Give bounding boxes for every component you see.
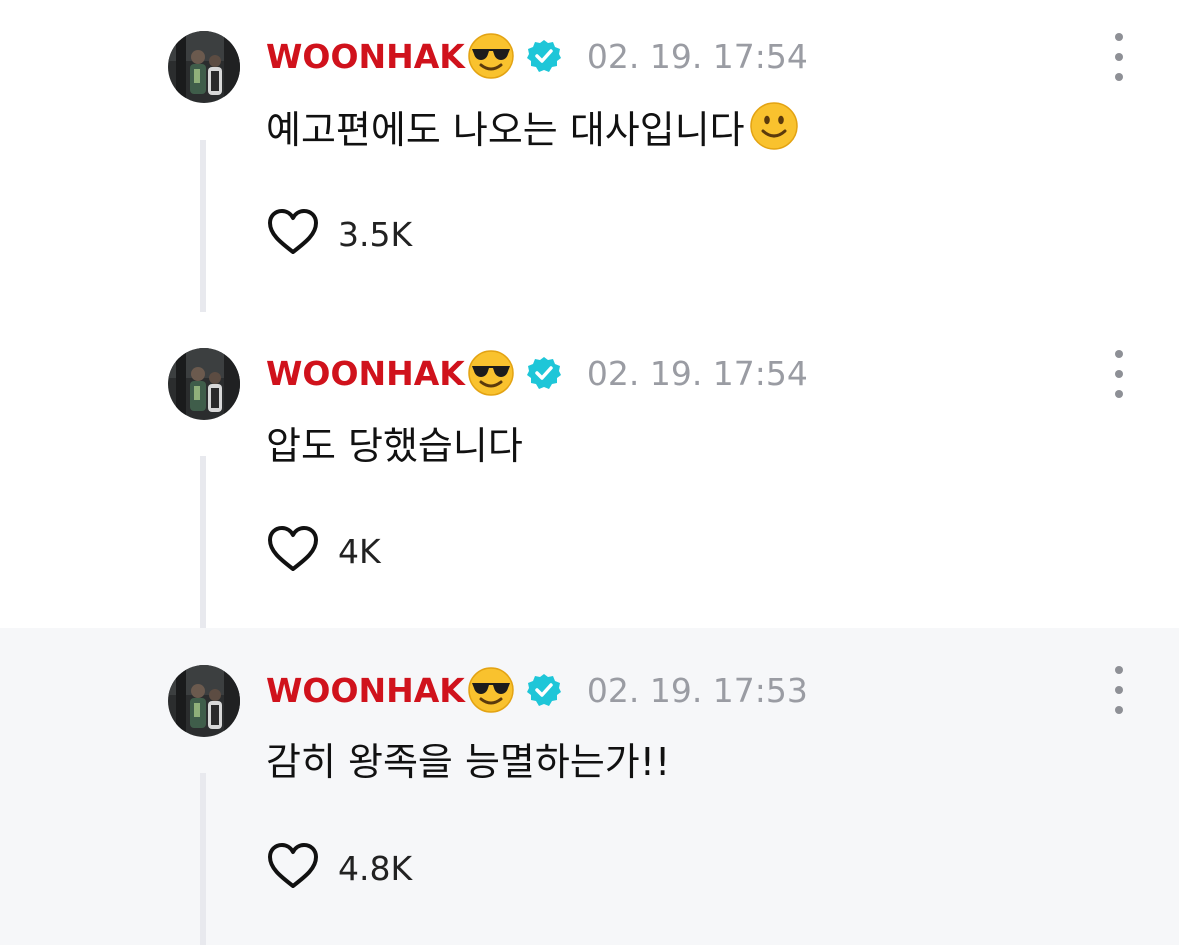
sunglasses-emoji-icon <box>467 666 515 714</box>
like-row: 4.8K <box>266 842 412 894</box>
thread-line <box>200 140 206 312</box>
comment-item-highlighted: WOONHAK 02. 19. 17:53 감히 왕족을 능멸하는가!! 4.8… <box>0 628 1179 945</box>
more-options-button[interactable] <box>1106 350 1132 398</box>
thread-line <box>200 456 206 628</box>
sunglasses-emoji-icon <box>467 349 515 397</box>
comment-header: WOONHAK 02. 19. 17:54 <box>266 28 808 84</box>
avatar[interactable] <box>168 31 240 103</box>
like-count: 4K <box>338 531 381 571</box>
verified-badge-icon <box>526 673 561 707</box>
like-count: 3.5K <box>338 214 413 254</box>
sunglasses-emoji-icon <box>467 32 515 80</box>
heart-icon[interactable] <box>266 525 320 577</box>
heart-icon[interactable] <box>266 208 320 260</box>
comment-text: 예고편에도 나오는 대사입니다 <box>266 96 799 156</box>
username[interactable]: WOONHAK <box>266 671 465 710</box>
heart-icon[interactable] <box>266 842 320 894</box>
thread-line <box>200 773 206 945</box>
like-count: 4.8K <box>338 848 413 888</box>
verified-badge-icon <box>526 356 561 390</box>
more-options-button[interactable] <box>1106 666 1132 714</box>
comment-timestamp: 02. 19. 17:54 <box>586 353 808 393</box>
username[interactable]: WOONHAK <box>266 37 465 76</box>
like-row: 3.5K <box>266 208 412 260</box>
username[interactable]: WOONHAK <box>266 354 465 393</box>
comment-header: WOONHAK 02. 19. 17:54 <box>266 345 808 401</box>
comment-text: 감히 왕족을 능멸하는가!! <box>266 728 670 788</box>
comment-text-content: 예고편에도 나오는 대사입니다 <box>266 107 745 152</box>
avatar[interactable] <box>168 348 240 420</box>
comment-timestamp: 02. 19. 17:54 <box>586 36 808 76</box>
slightly-smiling-face-icon <box>749 101 799 151</box>
avatar[interactable] <box>168 665 240 737</box>
comment-text-content: 압도 당했습니다 <box>266 423 523 468</box>
comment-header: WOONHAK 02. 19. 17:53 <box>266 662 808 718</box>
more-options-button[interactable] <box>1106 33 1132 81</box>
like-row: 4K <box>266 525 381 577</box>
comment-text-content: 감히 왕족을 능멸하는가!! <box>266 739 671 784</box>
comment-item: WOONHAK 02. 19. 17:54 압도 당했습니다 4K <box>0 312 1179 628</box>
verified-badge-icon <box>526 39 561 73</box>
comment-timestamp: 02. 19. 17:53 <box>586 670 808 710</box>
comment-item: WOONHAK 02. 19. 17:54 예고편에도 나오는 대사입니다 3.… <box>0 0 1179 312</box>
comment-text: 압도 당했습니다 <box>266 412 523 472</box>
